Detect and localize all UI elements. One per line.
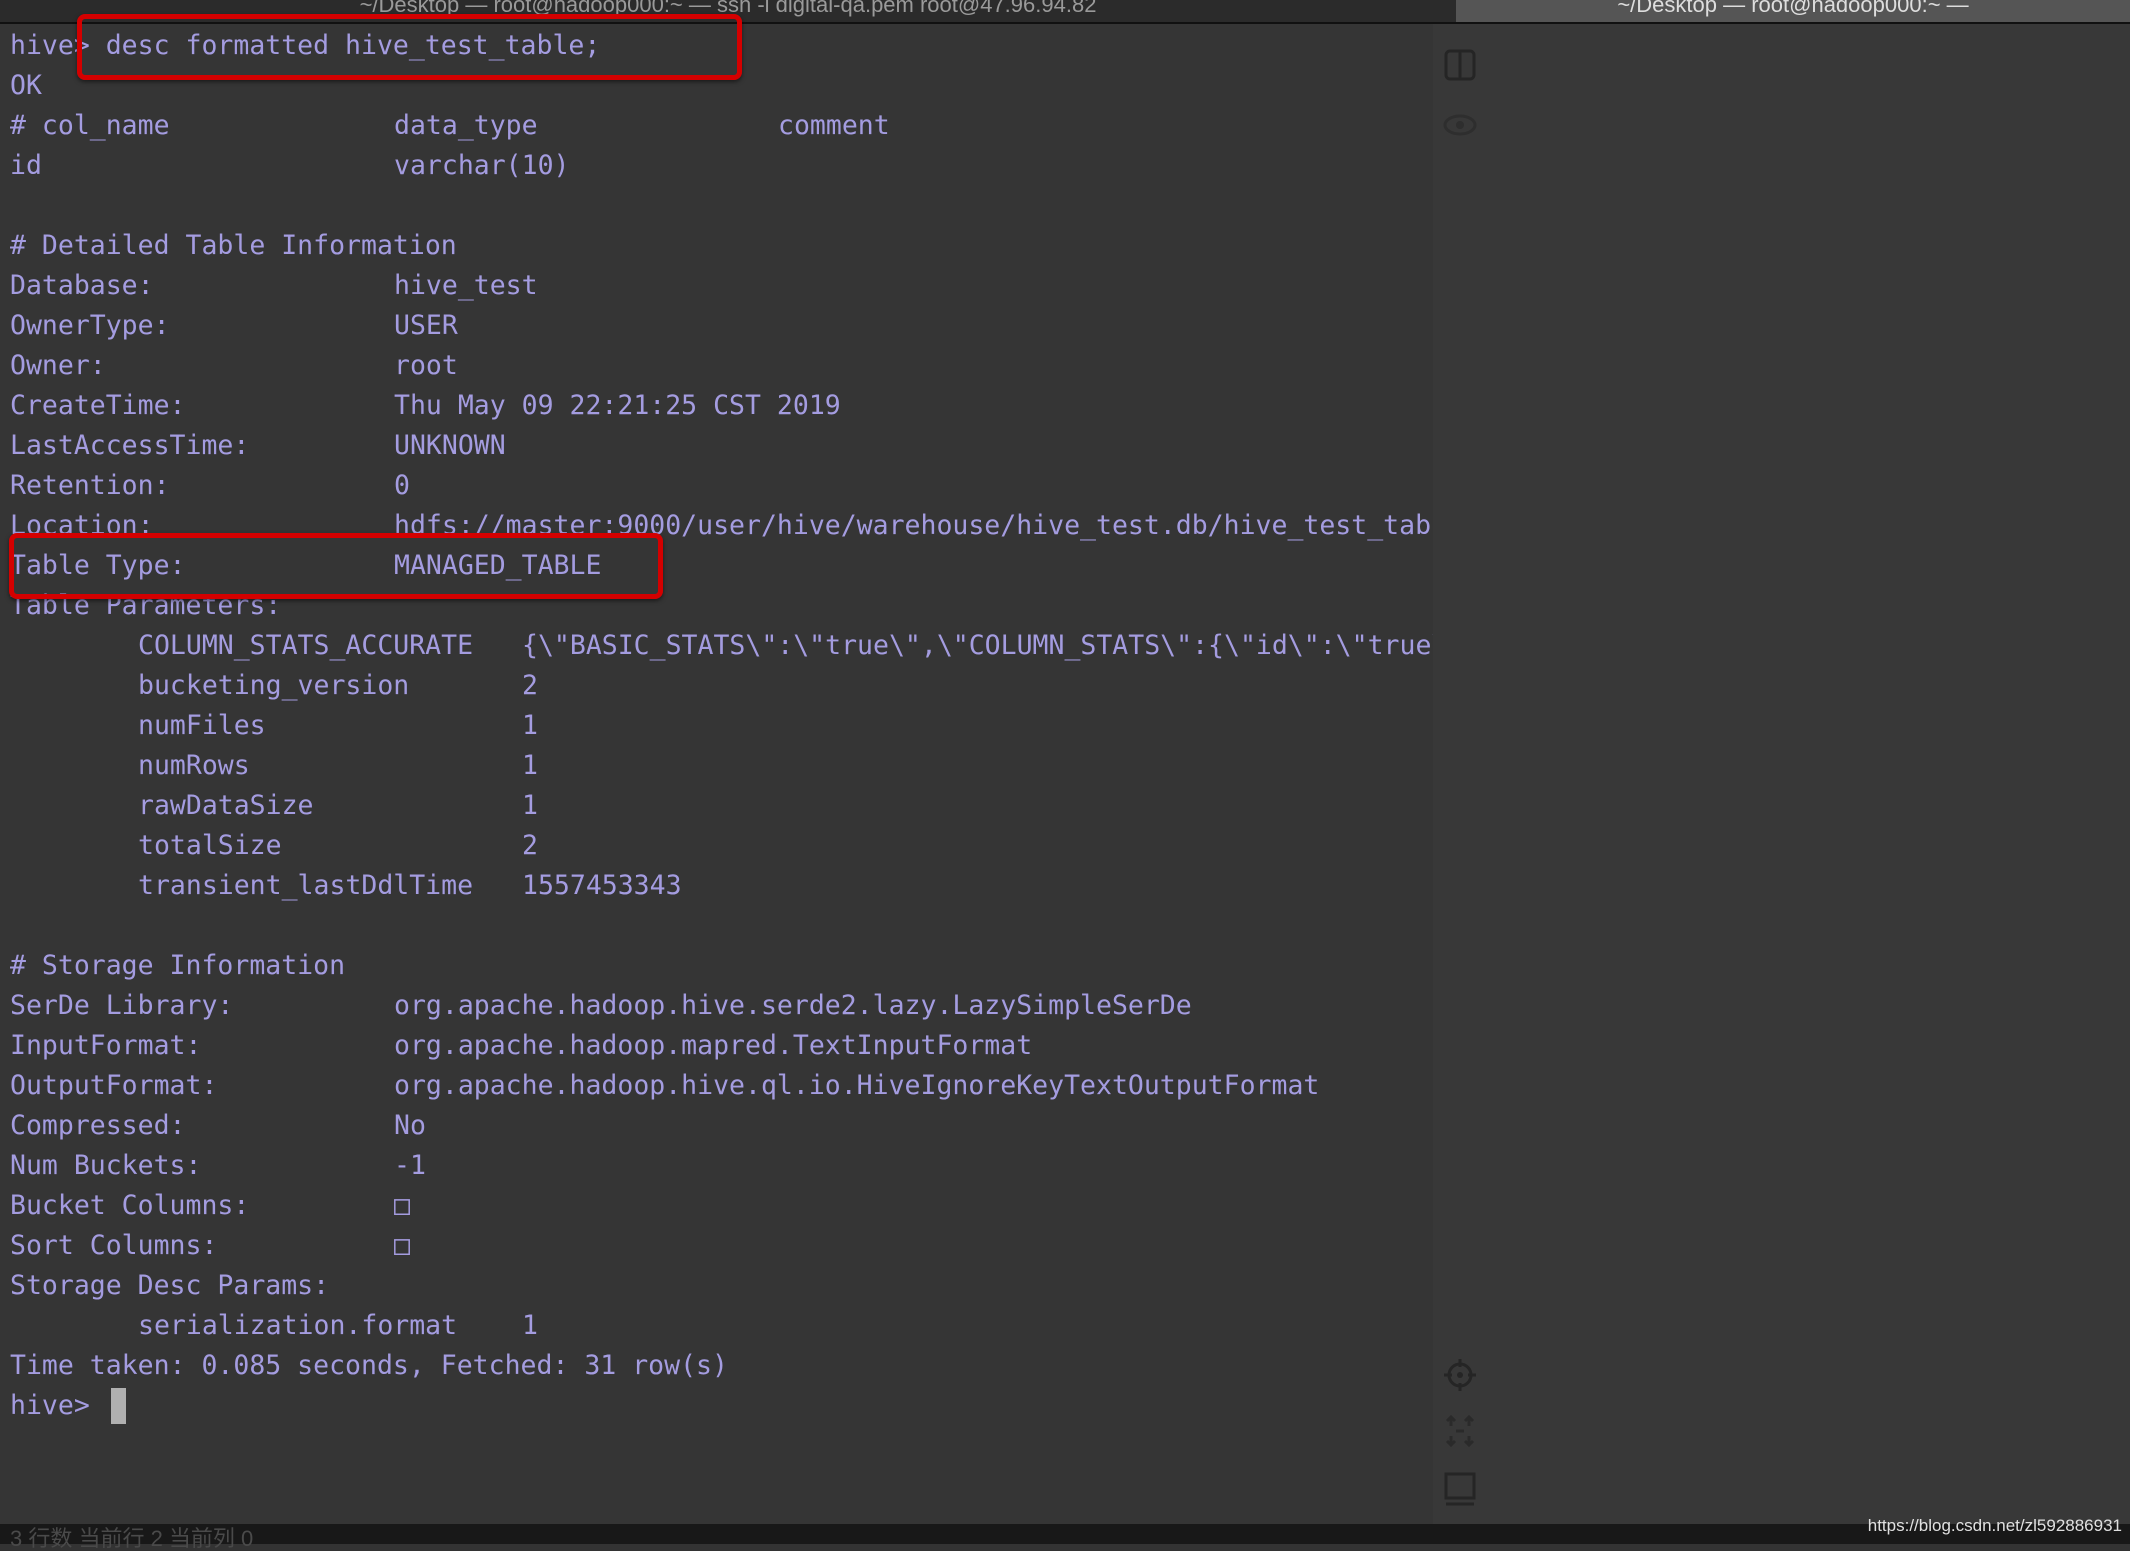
line-label: Bucket Columns: — [10, 1190, 250, 1221]
terminal-line: bucketing_version 2 — [0, 666, 1430, 706]
line-value: 2 — [522, 670, 538, 701]
line-value: UNKNOWN — [394, 430, 506, 461]
terminal-line: Storage Desc Params: — [0, 1266, 1430, 1306]
status-text: 3 行数 当前行 2 当前列 0 — [10, 1526, 254, 1551]
line-value: 1 — [522, 1310, 538, 1341]
line-value: □ — [394, 1190, 410, 1221]
highlight-table-type-box — [9, 533, 663, 599]
terminal-line: Time taken: 0.085 seconds, Fetched: 31 r… — [0, 1346, 1430, 1386]
line-label: InputFormat: — [10, 1030, 202, 1061]
line-value: hive_test — [394, 270, 538, 301]
line-label: SerDe Library: — [10, 990, 234, 1021]
terminal-line: rawDataSize 1 — [0, 786, 1430, 826]
line-label: # Detailed Table Information — [10, 230, 457, 261]
line-value: 1557453343 — [522, 870, 682, 901]
terminal-line: # col_name data_type comment — [0, 106, 1430, 146]
line-label: Storage Desc Params: — [10, 1270, 330, 1301]
line-label: CreateTime: — [10, 390, 186, 421]
terminal-line: COLUMN_STATS_ACCURATE {\"BASIC_STATS\":\"… — [0, 626, 1495, 666]
line-label: COLUMN_STATS_ACCURATE — [138, 630, 474, 661]
line-label: LastAccessTime: — [10, 430, 250, 461]
line-value: varchar(10) — [394, 150, 570, 181]
line-comment: comment — [778, 110, 890, 141]
line-value: 1 — [522, 710, 538, 741]
line-label: totalSize — [138, 830, 282, 861]
terminal-line: Owner: root — [0, 346, 1430, 386]
line-value: 0 — [394, 470, 410, 501]
terminal-line: OutputFormat: org.apache.hadoop.hive.ql.i… — [0, 1066, 1430, 1106]
line-value: Thu May 09 22:21:25 CST 2019 — [394, 390, 841, 421]
line-value: -1 — [394, 1150, 426, 1181]
line-label: Retention: — [10, 470, 170, 501]
side-panel — [1433, 24, 2130, 1524]
line-label: OwnerType: — [10, 310, 170, 341]
crosshair-icon[interactable] — [1443, 1358, 1477, 1392]
line-label: Compressed: — [10, 1110, 186, 1141]
line-value: 2 — [522, 830, 538, 861]
line-value: □ — [394, 1230, 410, 1261]
terminal-line: InputFormat: org.apache.hadoop.mapred.Tex… — [0, 1026, 1430, 1066]
terminal-line: Retention: 0 — [0, 466, 1430, 506]
line-label: Time taken: 0.085 seconds, Fetched: 31 r… — [10, 1350, 728, 1381]
terminal-line: Compressed: No — [0, 1106, 1430, 1146]
line-value: root — [394, 350, 458, 381]
line-label: id — [10, 150, 42, 181]
text-cursor — [111, 1388, 126, 1424]
terminal-line: OwnerType: USER — [0, 306, 1430, 346]
line-value: USER — [394, 310, 458, 341]
terminal-line: totalSize 2 — [0, 826, 1430, 866]
terminal-line: # Storage Information — [0, 946, 1430, 986]
terminal-line: Bucket Columns: □ — [0, 1186, 1430, 1226]
line-label: # col_name — [10, 110, 170, 141]
terminal-line: numRows 1 — [0, 746, 1430, 786]
line-label: OutputFormat: — [10, 1070, 218, 1101]
line-value: No — [394, 1110, 426, 1141]
line-label: numRows — [138, 750, 250, 781]
line-value: org.apache.hadoop.mapred.TextInputFormat — [394, 1030, 1033, 1061]
line-value: 1 — [522, 790, 538, 821]
eye-icon[interactable] — [1443, 108, 1477, 142]
line-label: rawDataSize — [138, 790, 314, 821]
line-label: bucketing_version — [138, 670, 410, 701]
line-label: hive> — [10, 1390, 106, 1421]
line-value: 1 — [522, 750, 538, 781]
line-label: # Storage Information — [10, 950, 346, 981]
terminal-line: Database: hive_test — [0, 266, 1430, 306]
status-bar: 3 行数 当前行 2 当前列 0 — [0, 1524, 2130, 1550]
terminal-line: SerDe Library: org.apache.hadoop.hive.ser… — [0, 986, 1430, 1026]
line-label: Num Buckets: — [10, 1150, 202, 1181]
line-value: data_type — [394, 110, 538, 141]
terminal-line: CreateTime: Thu May 09 22:21:25 CST 2019 — [0, 386, 1430, 426]
terminal-line: hive> — [0, 1386, 1430, 1426]
line-label: OK — [10, 70, 42, 101]
terminal-line: numFiles 1 — [0, 706, 1430, 746]
terminal-line: LastAccessTime: UNKNOWN — [0, 426, 1430, 466]
line-value: org.apache.hadoop.hive.serde2.lazy.LazyS… — [394, 990, 1192, 1021]
terminal-line: Sort Columns: □ — [0, 1226, 1430, 1266]
line-label: transient_lastDdlTime — [138, 870, 474, 901]
watermark: https://blog.csdn.net/zl592886931 — [1867, 1516, 2122, 1535]
display-icon[interactable] — [1443, 1472, 1477, 1506]
terminal-line: transient_lastDdlTime 1557453343 — [0, 866, 1430, 906]
tab-active-session[interactable]: ~/Desktop — root@hadoop000:~ — — [1456, 0, 2130, 22]
split-pane-icon[interactable] — [1443, 48, 1477, 82]
terminal-line: id varchar(10) — [0, 146, 1430, 186]
terminal-line: serialization.format 1 — [0, 1306, 1430, 1346]
line-label: numFiles — [138, 710, 266, 741]
terminal-output[interactable]: hive> desc formatted hive_test_table; OK #… — [0, 24, 1495, 1524]
line-label: Owner: — [10, 350, 106, 381]
expand-collapse-icon[interactable] — [1443, 1414, 1477, 1448]
line-label: Sort Columns: — [10, 1230, 218, 1261]
terminal-line: # Detailed Table Information — [0, 226, 1430, 266]
line-value: org.apache.hadoop.hive.ql.io.HiveIgnoreK… — [394, 1070, 1320, 1101]
line-value: {\"BASIC_STATS\":\"true\",\"COLUMN_STATS… — [522, 630, 1496, 661]
line-label: Database: — [10, 270, 154, 301]
highlight-command-box — [77, 14, 742, 80]
line-label: serialization.format — [138, 1310, 458, 1341]
terminal-line: Num Buckets: -1 — [0, 1146, 1430, 1186]
